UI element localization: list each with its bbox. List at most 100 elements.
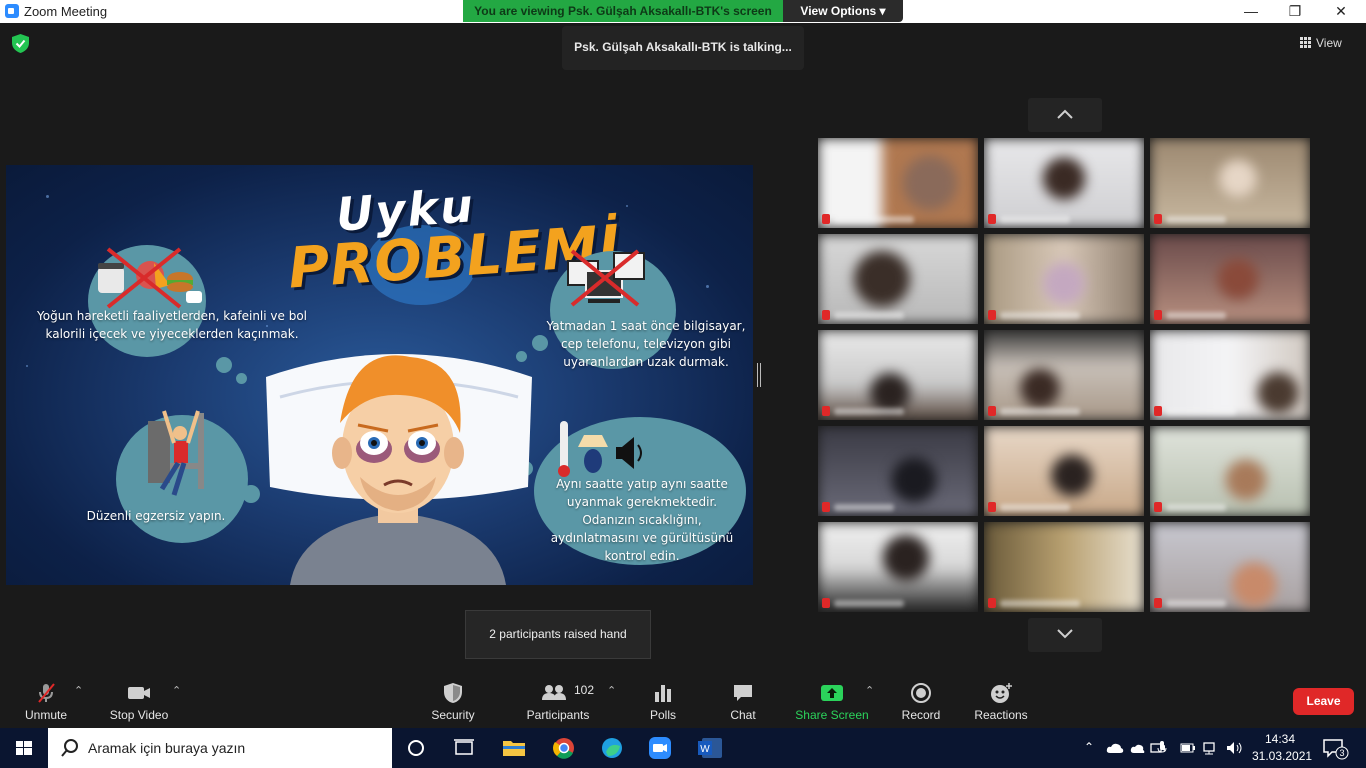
task-view-icon[interactable] (440, 728, 488, 768)
participant-video-tile[interactable] (818, 522, 978, 612)
participant-video-tile[interactable] (984, 426, 1144, 516)
microphone-muted-icon (988, 214, 996, 224)
microphone-muted-icon (988, 598, 996, 608)
share-screen-button[interactable]: Share Screen (792, 680, 872, 728)
participants-options-chevron-icon[interactable]: ⌃ (607, 684, 616, 697)
sleepless-man-illustration (266, 354, 532, 585)
chat-label: Chat (730, 708, 756, 722)
participants-icon (542, 685, 566, 700)
security-label: Security (431, 708, 475, 722)
zoom-taskbar-icon[interactable] (636, 728, 684, 768)
microphone-muted-icon (822, 502, 830, 512)
split-view-resize-handle[interactable] (757, 363, 761, 387)
microphone-muted-icon (1154, 406, 1162, 416)
reactions-button[interactable]: Reactions (970, 680, 1032, 728)
polls-label: Polls (649, 708, 676, 722)
microphone-muted-icon (38, 683, 55, 703)
microphone-muted-icon (1154, 502, 1162, 512)
chrome-icon[interactable] (540, 728, 588, 768)
participant-video-tile[interactable] (984, 234, 1144, 324)
clock-date: 31.03.2021 (1252, 749, 1313, 763)
zoom-window: Zoom Meeting You are viewing Psk. Gülşah… (0, 0, 1366, 768)
microphone-muted-icon (1154, 214, 1162, 224)
participant-video-tile[interactable] (818, 138, 978, 228)
microphone-muted-icon (1154, 310, 1162, 320)
share-screen-label: Share Screen (795, 708, 869, 722)
view-options-button[interactable]: View Options ▾ (783, 0, 903, 22)
unmute-label: Unmute (24, 708, 68, 722)
security-shield-icon (444, 683, 462, 703)
tip-exercise-text: Düzenli egzersiz yapın. (86, 509, 226, 523)
video-camera-icon (128, 687, 150, 699)
gallery-next-page-button[interactable] (1028, 618, 1102, 652)
participant-video-tile[interactable] (1150, 234, 1310, 324)
window-title: Zoom Meeting (24, 4, 108, 19)
encryption-shield-icon[interactable] (12, 34, 29, 53)
record-button[interactable]: Record (896, 680, 946, 728)
participant-video-tile[interactable] (818, 330, 978, 420)
onedrive-cloud-icon[interactable] (1106, 742, 1124, 754)
gallery-grid-icon (1300, 37, 1311, 48)
maximize-button[interactable]: ❐ (1272, 0, 1318, 23)
microphone-muted-icon (988, 310, 996, 320)
word-icon[interactable]: W (686, 728, 734, 768)
view-button[interactable]: View (1300, 32, 1358, 54)
shared-screen-slide: Uyku PROBLEMİ Yoğun hareketli faaliyetle… (6, 165, 753, 585)
taskbar-search-box[interactable]: Aramak için buraya yazın (48, 728, 392, 768)
reactions-label: Reactions (974, 708, 1028, 722)
svg-text:W: W (700, 744, 710, 755)
video-options-chevron-icon[interactable]: ⌃ (172, 684, 181, 697)
show-hidden-icons-chevron-icon[interactable]: ⌃ (1084, 740, 1094, 756)
share-screen-arrow-icon (821, 685, 843, 701)
reactions-smiley-icon (991, 683, 1012, 703)
title-bar: Zoom Meeting You are viewing Psk. Gülşah… (0, 0, 1366, 23)
stop-video-button[interactable]: Stop Video (104, 680, 174, 728)
network-icon[interactable] (1202, 741, 1220, 755)
microphone-in-use-icon[interactable] (1156, 740, 1168, 756)
polls-bar-chart-icon (655, 685, 671, 702)
cortana-circle-icon[interactable] (392, 728, 440, 768)
search-icon (61, 739, 78, 757)
participant-video-tile[interactable] (1150, 522, 1310, 612)
tray-cloud-icon[interactable] (1130, 742, 1146, 754)
volume-icon[interactable] (1226, 741, 1244, 755)
participants-label: Participants (526, 708, 590, 722)
participants-count-badge: 102 (574, 683, 595, 697)
raised-hand-tooltip: 2 participants raised hand (465, 610, 651, 659)
microphone-muted-icon (822, 406, 830, 416)
audio-options-chevron-icon[interactable]: ⌃ (74, 684, 83, 697)
record-label: Record (901, 708, 941, 722)
share-options-chevron-icon[interactable]: ⌃ (865, 684, 874, 697)
close-button[interactable]: ✕ (1318, 0, 1364, 23)
participant-video-tile[interactable] (984, 138, 1144, 228)
tip-screens-text: Yatmadan 1 saat önce bilgisayar, cep tel… (546, 319, 746, 369)
microphone-muted-icon (1154, 598, 1162, 608)
chat-button[interactable]: Chat (720, 680, 766, 728)
leave-meeting-button[interactable]: Leave (1293, 688, 1354, 715)
participant-video-tile[interactable] (818, 426, 978, 516)
unmute-button[interactable]: Unmute (14, 680, 78, 728)
participant-video-tile[interactable] (1150, 330, 1310, 420)
participant-video-tile[interactable] (818, 234, 978, 324)
participant-video-tile[interactable] (984, 330, 1144, 420)
file-explorer-icon[interactable] (490, 728, 538, 768)
gallery-previous-page-button[interactable] (1028, 98, 1102, 132)
participant-video-tile[interactable] (984, 522, 1144, 612)
thermometer-lamp-speaker-icon (558, 421, 642, 477)
microphone-muted-icon (822, 310, 830, 320)
security-button[interactable]: Security (424, 680, 482, 728)
microphone-muted-icon (988, 406, 996, 416)
active-speaker-indicator: Psk. Gülşah Aksakallı-BTK is talking... (562, 26, 804, 70)
chevron-up-icon (1057, 109, 1073, 119)
taskbar-clock[interactable]: 14:34 31.03.2021 (1252, 731, 1313, 765)
minimize-button[interactable]: — (1228, 0, 1274, 23)
participant-video-tile[interactable] (1150, 426, 1310, 516)
participant-video-tile[interactable] (1150, 138, 1310, 228)
taskbar-search-placeholder: Aramak için buraya yazın (88, 740, 246, 756)
windows-start-icon[interactable] (0, 728, 48, 768)
battery-icon[interactable] (1180, 742, 1196, 754)
edge-icon[interactable] (588, 728, 636, 768)
exercise-machine-icon (148, 410, 204, 496)
polls-button[interactable]: Polls (642, 680, 684, 728)
record-icon (911, 683, 931, 703)
